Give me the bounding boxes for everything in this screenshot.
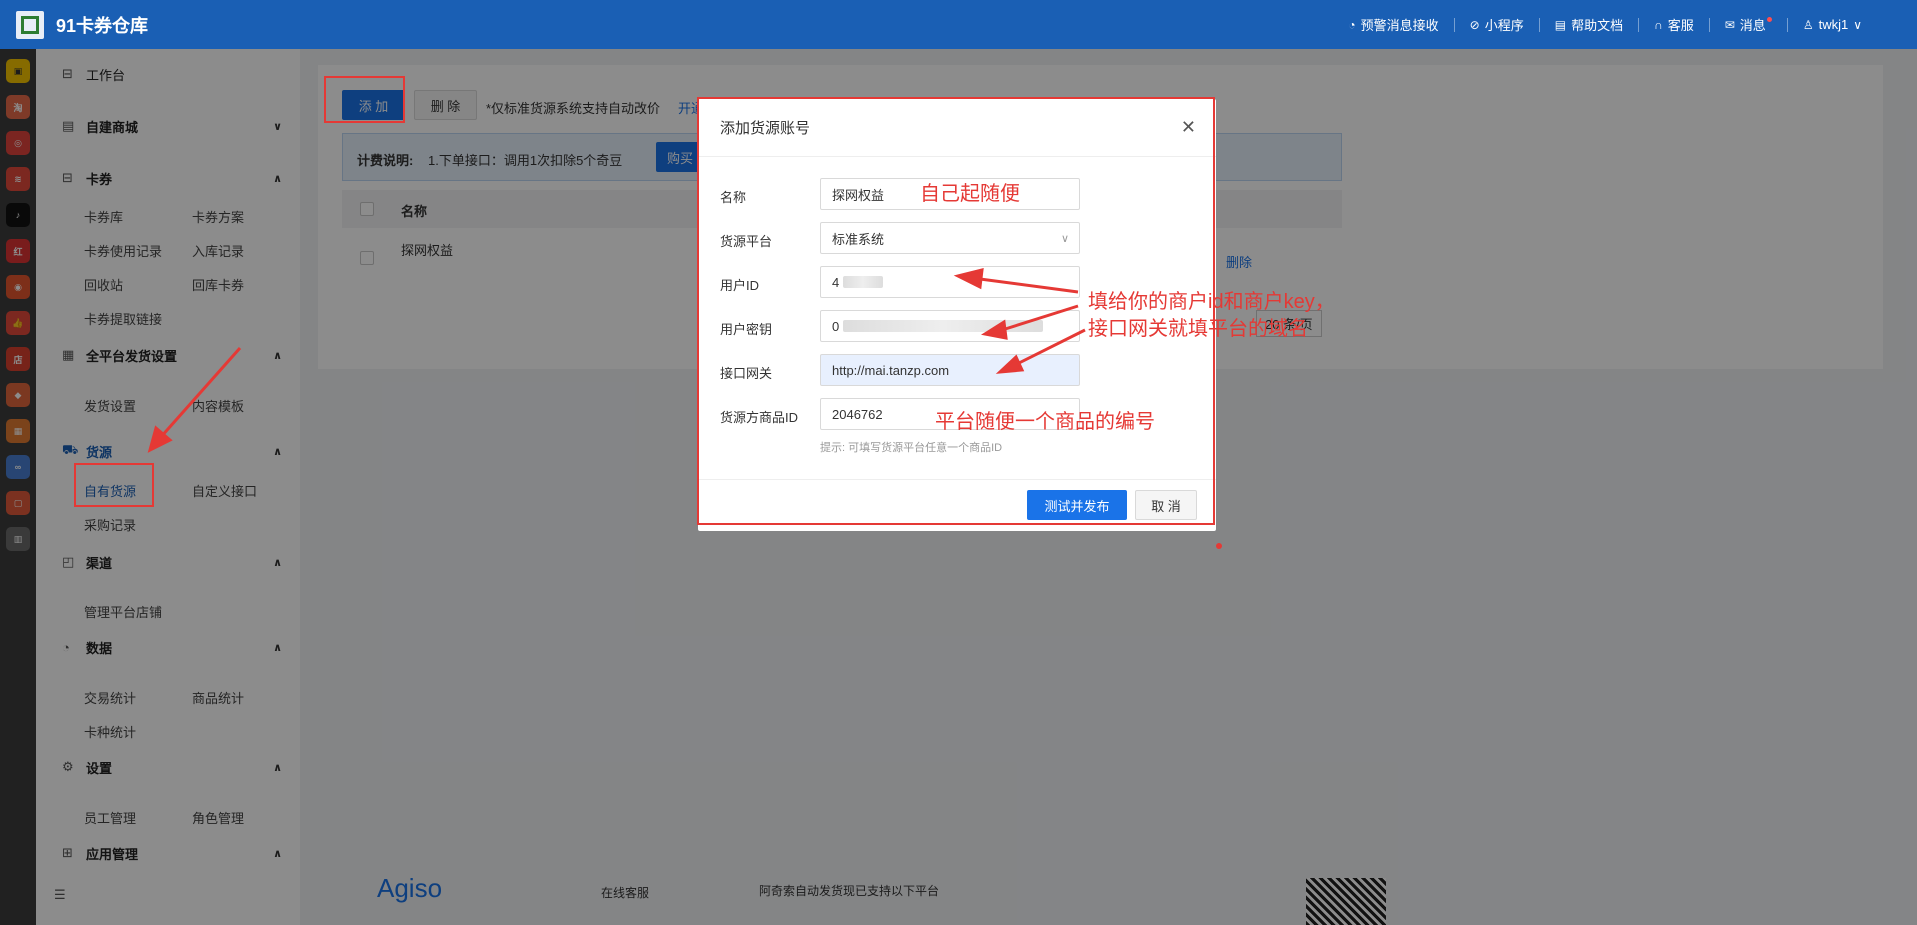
arrow-head xyxy=(953,268,984,290)
arrow-to-gateway xyxy=(1014,328,1086,367)
arrow-to-user-secret xyxy=(1001,304,1079,332)
arrow-to-own-sources xyxy=(158,347,242,439)
arrow-head xyxy=(980,319,1008,340)
annotation-arrows xyxy=(147,268,1222,549)
red-dot xyxy=(1216,543,1222,549)
arrow-head xyxy=(995,354,1025,374)
arrow-to-user-id xyxy=(979,277,1079,294)
